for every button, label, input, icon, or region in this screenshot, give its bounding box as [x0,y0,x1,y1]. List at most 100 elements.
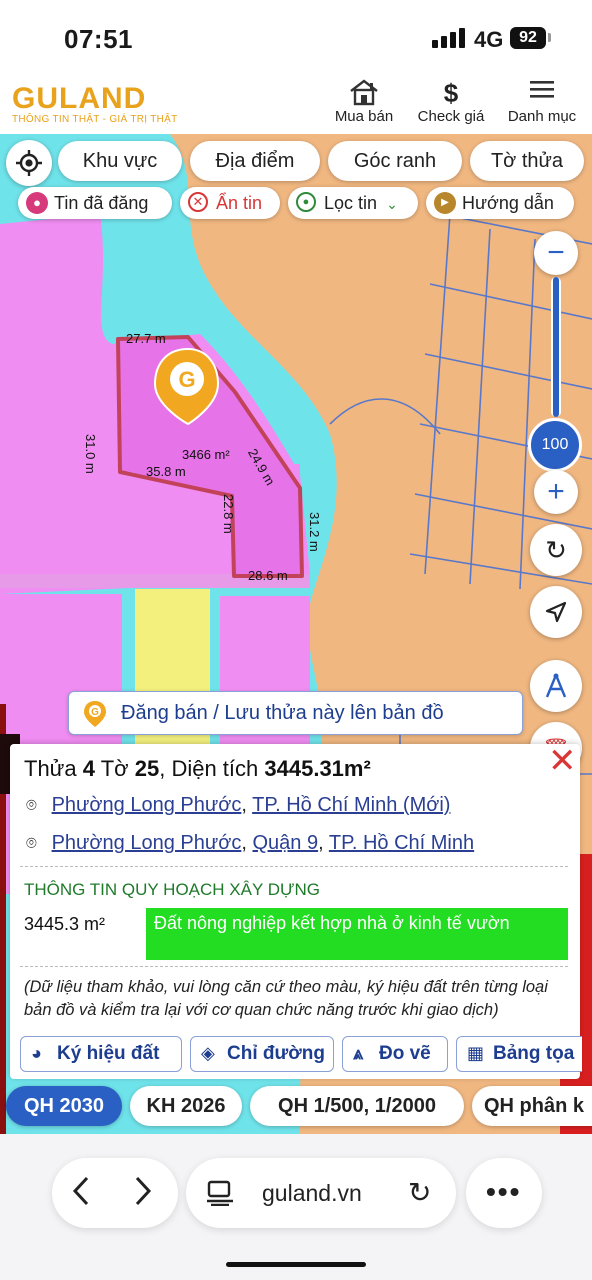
brand-logo[interactable]: GULAND [12,82,146,116]
address-old: ⌾ Phường Long Phước, Quận 9, TP. Hồ Chí … [26,832,475,854]
city-link[interactable]: TP. Hồ Chí Minh [329,832,474,854]
parcel-area: 3445.31m² [264,756,371,781]
menu-icon [502,78,582,108]
address-bar[interactable]: guland.vn ↻ [186,1158,456,1228]
chip-khu-vuc[interactable]: Khu vực [58,141,182,181]
chevron-down-icon: ⌄ [386,196,398,212]
back-button[interactable] [70,1174,92,1216]
measure-label: 31.2 m [307,512,322,552]
navigation-arrow-icon [545,601,567,623]
buy-sell-button[interactable]: Mua bán [330,78,398,125]
parcel-info-panel: Thửa 4 Tờ 25, Diện tích 3445.31m² ✕ ⌾ Ph… [10,744,582,1079]
app-header: GULAND THÔNG TIN THẬT - GIÁ TRỊ THẬT Mua… [0,78,592,134]
zoom-out-button[interactable]: − [534,231,578,275]
pill-filter-label: Lọc tin [324,193,378,213]
city-new-link[interactable]: TP. Hồ Chí Minh (Mới) [252,794,450,816]
more-icon: ••• [486,1176,522,1207]
chevron-left-icon [72,1176,89,1206]
forward-button[interactable] [132,1174,154,1213]
measure-label: 27.7 m [126,331,166,346]
crosshair-icon [16,150,42,176]
draw-measure-button[interactable]: ⩓ Đo vẽ [342,1036,448,1072]
dollar-icon: $ [443,78,459,108]
divider [20,966,568,967]
chevron-right-icon [135,1176,152,1206]
district-link[interactable]: Quận 9 [252,832,318,854]
house-icon [330,78,398,108]
plus-icon: + [547,475,565,508]
area-label-text: , Diện tích [159,756,259,781]
pill-guide-label: Hướng dẫn [462,193,554,213]
refresh-button[interactable]: ↻ [530,524,582,576]
pill-hide[interactable]: ✕ Ẩn tin [180,187,280,219]
reload-icon[interactable]: ↻ [408,1176,431,1209]
browser-nav-group [52,1158,178,1228]
zoom-fill [553,277,559,417]
coordinates-table-button[interactable]: ▦ Bảng tọa [456,1036,582,1072]
refresh-icon: ↻ [545,535,567,565]
ward-link[interactable]: Phường Long Phước [52,832,242,854]
guland-pin-icon: G [83,700,107,733]
layer-qh-phan-khu[interactable]: QH phân k [472,1086,592,1126]
coordinates-table-label: Bảng tọa [493,1043,575,1064]
divider [20,866,568,867]
table-icon: ▦ [467,1043,485,1063]
locate-button[interactable] [6,140,52,186]
zoom-track[interactable] [551,277,561,417]
play-icon: ▶ [434,192,456,214]
zoom-in-button[interactable]: + [534,470,578,514]
land-legend-button[interactable]: ◕ Ký hiệu đất [20,1036,182,1072]
zoom-level-handle[interactable]: 100 [528,418,582,472]
brand-tagline: THÔNG TIN THẬT - GIÁ TRỊ THẬT [12,114,178,125]
check-price-label: Check giá [417,108,485,125]
plan-area: 3445.3 m² [24,914,106,934]
to-number: 25 [134,756,160,781]
measure-label: 22.8 m [221,494,236,534]
chip-to-thua[interactable]: Tờ thửa [470,141,584,181]
url-text: guland.vn [262,1180,362,1206]
layer-kh-2026[interactable]: KH 2026 [130,1086,242,1126]
menu-label: Danh mục [507,108,577,125]
thua-number: 4 [82,756,96,781]
compass-icon: ⩓ [353,1043,364,1063]
status-time: 07:51 [64,24,133,54]
reader-icon[interactable] [206,1180,234,1211]
measure-label: 28.6 m [248,568,288,583]
home-indicator [226,1262,366,1267]
close-circle-icon: ✕ [188,192,208,212]
measure-tool-button[interactable] [530,660,582,712]
menu-button[interactable]: Danh mục [502,78,582,125]
close-icon: ✕ [548,742,577,780]
battery-tip [548,33,551,42]
check-price-button[interactable]: $ Check giá [410,78,492,125]
pill-posted[interactable]: ● Tin đã đăng [18,187,172,219]
signal-icon [432,28,466,48]
pill-filter[interactable]: ● Lọc tin ⌄ [288,187,418,219]
disclaimer-note: (Dữ liệu tham khảo, vui lòng căn cứ theo… [24,978,548,1019]
measure-label: 35.8 m [146,464,186,479]
svg-text:G: G [91,707,99,718]
post-parcel-banner[interactable]: G Đăng bán / Lưu thửa này lên bản đồ [68,691,523,735]
layer-qh-2030[interactable]: QH 2030 [6,1086,122,1126]
layer-qh-1-500[interactable]: QH 1/500, 1/2000 [250,1086,464,1126]
ward-link[interactable]: Phường Long Phước [52,794,242,816]
to-label: Tờ [100,756,129,781]
navigate-button[interactable] [530,586,582,638]
location-pin-icon: ⌾ [26,795,37,815]
address-new: ⌾ Phường Long Phước, TP. Hồ Chí Minh (Mớ… [26,794,451,816]
compass-icon [545,673,567,698]
chip-dia-diem[interactable]: Địa điểm [190,141,320,181]
draw-measure-label: Đo vẽ [379,1043,431,1064]
more-button[interactable]: ••• [466,1158,542,1228]
directions-button[interactable]: ◈ Chỉ đường [190,1036,334,1072]
status-bar: 07:51 4G 92 [0,0,592,78]
thua-label: Thửa [24,756,77,781]
network-label: 4G [474,27,504,52]
directions-label: Chỉ đường [227,1043,325,1064]
chip-goc-ranh[interactable]: Góc ranh [328,141,462,181]
pill-guide[interactable]: ▶ Hướng dẫn [426,187,574,219]
minus-icon: − [547,236,565,269]
post-banner-label: Đăng bán / Lưu thửa này lên bản đồ [121,702,444,724]
close-panel-button[interactable]: ✕ [548,744,577,778]
buy-sell-label: Mua bán [334,108,394,125]
